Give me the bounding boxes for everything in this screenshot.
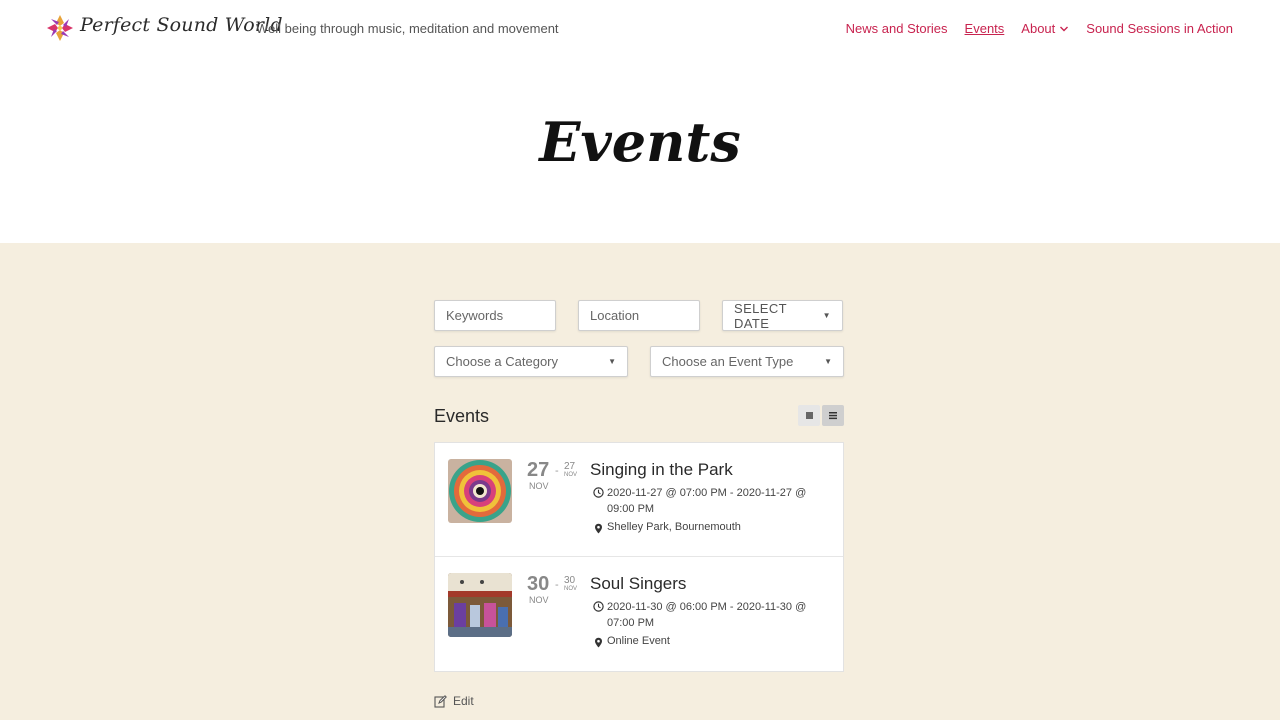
select-date-label: SELECT DATE: [734, 300, 787, 331]
category-select[interactable]: Choose a Category ▼: [434, 346, 628, 377]
list-view-button[interactable]: [822, 405, 844, 426]
event-location-text: Online Event: [607, 635, 670, 647]
nav-sound-sessions[interactable]: Sound Sessions in Action: [1086, 21, 1233, 36]
nav-about[interactable]: About: [1021, 21, 1069, 36]
event-start-day: 30: [527, 573, 550, 595]
nav-events[interactable]: Events: [965, 21, 1005, 36]
event-start-day: 27: [527, 459, 550, 481]
category-select-label: Choose a Category: [446, 354, 559, 369]
nav-news-and-stories[interactable]: News and Stories: [846, 21, 948, 36]
location-input[interactable]: Location: [578, 300, 700, 331]
event-thumbnail-mandala[interactable]: [448, 459, 512, 523]
edit-link[interactable]: Edit: [434, 694, 474, 708]
clock-icon: [593, 601, 604, 612]
event-end-month: NOV: [564, 586, 578, 592]
caret-down-icon: ▼: [824, 357, 832, 366]
events-section-title: Events: [434, 406, 490, 426]
event-start-month: NOV: [529, 595, 549, 605]
event-item[interactable]: 30 NOV - 30 NOV Soul Singers 2020-11-30 …: [435, 557, 843, 671]
edit-icon: [434, 694, 447, 708]
event-type-select[interactable]: Choose an Event Type ▼: [650, 346, 844, 377]
event-time-text: 2020-11-30 @ 06:00 PM - 2020-11-30 @ 07:…: [607, 601, 807, 629]
map-pin-icon: [595, 637, 602, 648]
list-view-icon: [829, 412, 837, 420]
caret-down-icon: ▼: [608, 357, 616, 366]
event-end-day: 30: [564, 575, 576, 586]
event-thumbnail-group[interactable]: [448, 573, 512, 637]
lotus-logo-icon[interactable]: [46, 14, 74, 42]
event-end-month: NOV: [564, 472, 578, 478]
brand-name[interactable]: Perfect Sound World: [80, 14, 283, 36]
site-header: Perfect Sound World Well being through m…: [0, 0, 1280, 58]
event-title[interactable]: Singing in the Park: [590, 460, 733, 480]
event-start-month: NOV: [529, 481, 549, 491]
event-item[interactable]: 27 NOV - 27 NOV Singing in the Park 2020…: [435, 443, 843, 557]
event-end-day: 27: [564, 461, 576, 472]
page-title: Events: [539, 110, 741, 174]
group-photo-image: [448, 573, 512, 637]
map-pin-icon: [595, 523, 602, 534]
mandala-image: [448, 459, 512, 523]
caret-down-icon: ▼: [822, 311, 831, 320]
grid-view-button[interactable]: [798, 405, 820, 426]
date-separator: -: [555, 465, 559, 477]
event-type-select-label: Choose an Event Type: [662, 354, 794, 369]
edit-link-label: Edit: [453, 694, 474, 708]
event-location: Shelley Park, Bournemouth: [593, 521, 741, 534]
nav-about-label: About: [1021, 21, 1056, 36]
main-nav: News and Stories Events About Sound Sess…: [846, 21, 1233, 36]
select-date-button[interactable]: SELECT DATE ▼: [722, 300, 843, 331]
chevron-down-icon: [1060, 26, 1069, 31]
clock-icon: [593, 487, 604, 498]
event-location: Online Event: [593, 635, 670, 648]
date-separator: -: [555, 579, 559, 591]
keywords-input[interactable]: Keywords: [434, 300, 556, 331]
event-location-text: Shelley Park, Bournemouth: [607, 521, 741, 533]
event-list: 27 NOV - 27 NOV Singing in the Park 2020…: [434, 442, 844, 672]
event-time-text: 2020-11-27 @ 07:00 PM - 2020-11-27 @ 09:…: [607, 487, 807, 515]
event-title[interactable]: Soul Singers: [590, 574, 686, 594]
event-time: 2020-11-27 @ 07:00 PM - 2020-11-27 @ 09:…: [593, 485, 833, 517]
site-tagline: Well being through music, meditation and…: [256, 21, 559, 36]
event-time: 2020-11-30 @ 06:00 PM - 2020-11-30 @ 07:…: [593, 599, 833, 631]
grid-view-icon: [805, 412, 813, 419]
